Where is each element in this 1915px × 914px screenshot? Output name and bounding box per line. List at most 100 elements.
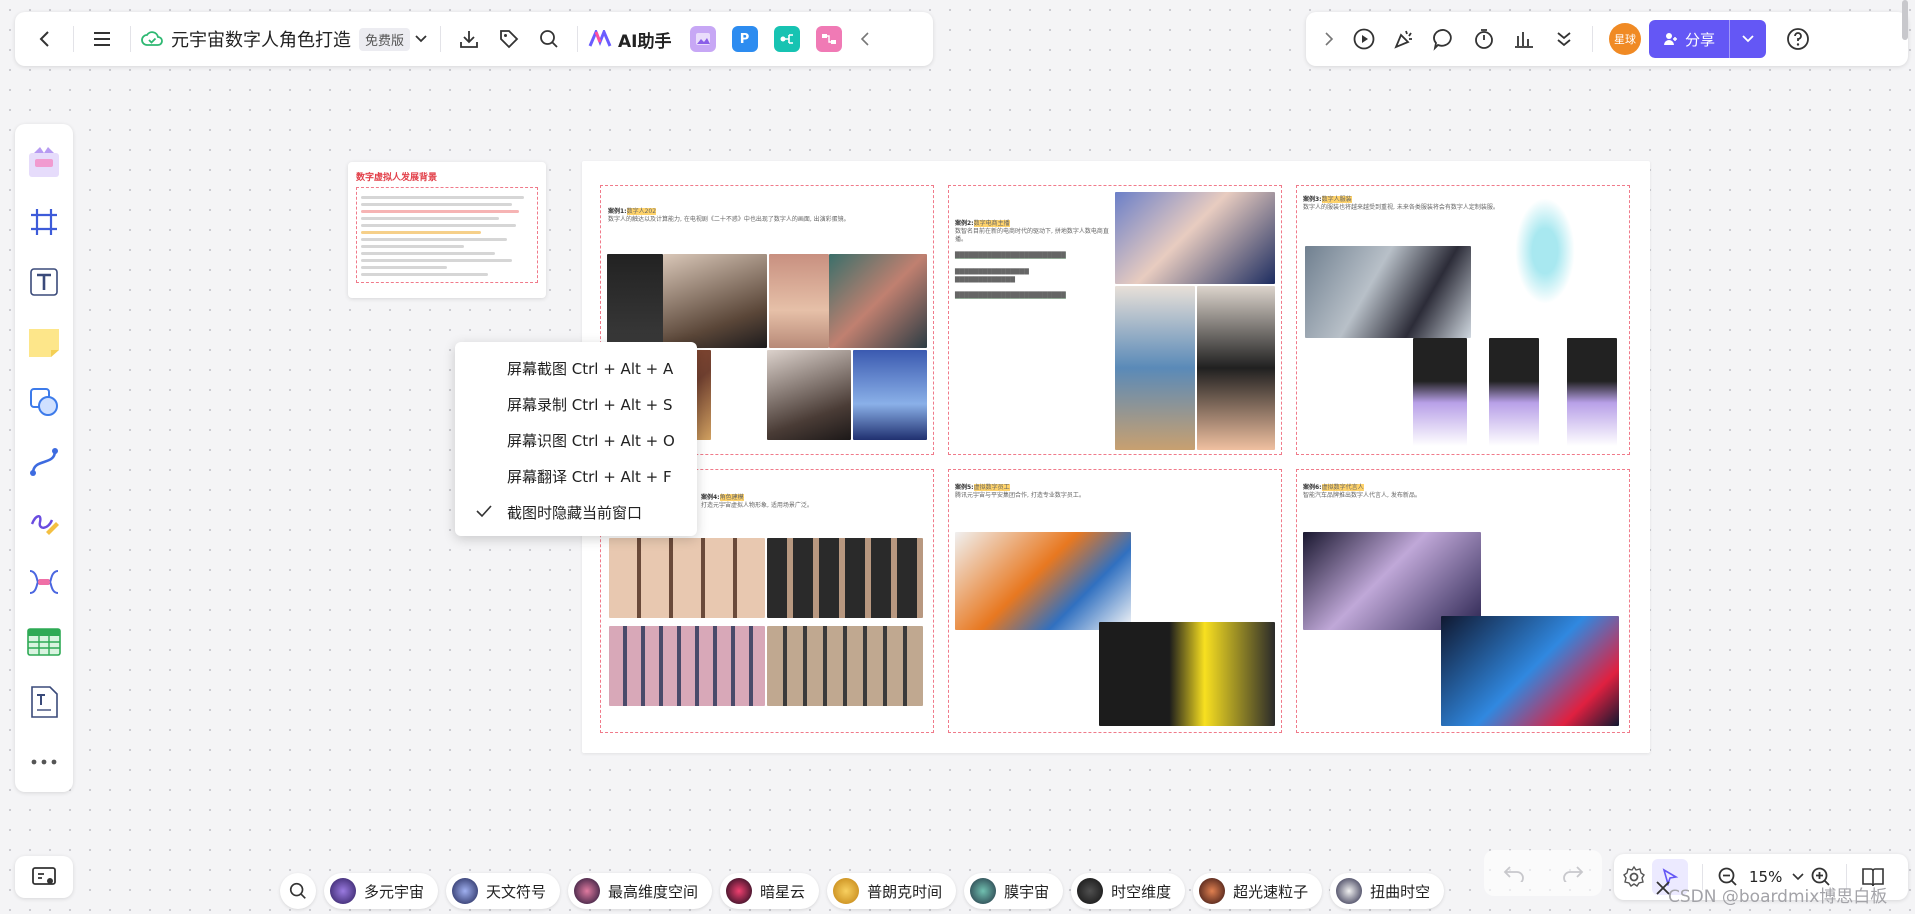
menu-icon[interactable] [82,19,122,59]
minimap-icon [32,867,56,885]
ppt-app-icon[interactable]: P [731,26,758,52]
frame-icon[interactable] [22,200,66,244]
image[interactable] [1115,192,1275,284]
chip-multiverse[interactable]: 多元宇宙 [324,873,439,909]
ai-assistant-label[interactable]: AI助手 [618,27,671,52]
redo-icon[interactable] [1562,864,1584,882]
chip-dark-nebula[interactable]: 暗星云 [720,873,820,909]
back-icon[interactable] [25,19,65,59]
image[interactable] [1567,338,1617,446]
templates-icon[interactable] [22,140,66,184]
connector-icon[interactable] [22,440,66,484]
chip-highest-dimension[interactable]: 最高维度空间 [568,873,713,909]
top-right-toolbar: 星球 分享 [1306,12,1908,66]
image[interactable] [853,350,927,440]
flowchart-app-icon[interactable] [815,26,842,52]
user-add-icon [1664,33,1677,45]
case-card-2[interactable]: 案例2:数字电商主播 数智名目前在新的电商时代的驱动下, 拼地数字人数电商直播。… [948,185,1282,455]
chevron-down-icon[interactable] [1792,873,1804,881]
image[interactable] [1197,286,1275,450]
image[interactable] [769,254,829,348]
menu-item-screen-translate[interactable]: 屏幕翻译 Ctrl + Alt + F [455,458,697,494]
image[interactable] [1441,616,1619,726]
chip-label: 时空维度 [1111,882,1172,901]
collapse-left-icon[interactable] [850,19,880,59]
menu-item-label: 屏幕识图 Ctrl + Alt + O [507,431,675,450]
image[interactable] [1515,198,1575,304]
expand-right-icon[interactable] [1314,19,1344,59]
case-card-5[interactable]: 案例5:虚拟数字员工 腾讯元宇宙与平安集团合作, 打造专业数字员工。 [948,469,1282,733]
image[interactable] [767,626,923,706]
scrollbar[interactable] [1902,0,1908,40]
menu-item-label: 屏幕截图 Ctrl + Alt + A [507,359,674,378]
case-card-text: 案例2:数字电商主播 数智名目前在新的电商时代的驱动下, 拼地数字人数电商直播。… [955,220,1109,299]
settings-icon[interactable] [1622,865,1646,889]
more-tools-down-icon[interactable] [1544,19,1584,59]
menu-item-screen-ocr[interactable]: 屏幕识图 Ctrl + Alt + O [455,422,697,458]
menu-item-hide-window[interactable]: 截图时隐藏当前窗口 [455,494,697,530]
chip-thumbnail [1199,878,1226,904]
chip-label: 扭曲时空 [1370,882,1431,901]
search-icon[interactable] [529,19,569,59]
more-icon[interactable] [22,740,66,784]
share-main[interactable]: 分享 [1649,20,1731,58]
background-card[interactable]: 数字虚拟人发展背景 [348,162,546,298]
ai-logo-icon[interactable] [586,19,614,59]
chip-brane-universe[interactable]: 膜宇宙 [964,873,1064,909]
share-button[interactable]: 分享 [1649,20,1767,58]
watermark: CSDN @boardmix博思白板 [1668,887,1888,907]
text-doc-icon[interactable] [22,680,66,724]
chip-tachyon[interactable]: 超光速粒子 [1193,873,1323,909]
image[interactable] [1413,338,1467,446]
bottom-search-button[interactable] [280,873,316,909]
table-icon[interactable] [22,620,66,664]
image-ai-icon[interactable] [689,26,716,52]
menu-item-screenshot[interactable]: 屏幕截图 Ctrl + Alt + A [455,350,697,386]
minimap-button[interactable] [15,856,73,898]
image[interactable] [1305,246,1471,338]
card-body-lines [356,187,538,283]
sticky-note-icon[interactable] [22,320,66,364]
image[interactable] [1489,338,1539,446]
tag-icon[interactable] [489,19,529,59]
mindmap-icon[interactable] [22,560,66,604]
image[interactable] [829,254,927,348]
timer-icon[interactable] [1464,19,1504,59]
image[interactable] [607,254,663,348]
case-card-6[interactable]: 案例6:虚拟数字代言人 智能汽车品牌推出数字人代言人, 发布新品。 [1296,469,1630,733]
avatar[interactable]: 星球 [1609,23,1641,55]
pen-icon[interactable] [22,500,66,544]
slide-board[interactable]: 案例1:数字人202 数字人的触达以及计算能力, 在电视剧《二十不惑》中也出现了… [582,161,1650,753]
chip-thumbnail [1077,878,1104,904]
text-icon[interactable] [22,260,66,304]
image[interactable] [1099,622,1275,726]
help-icon[interactable] [1778,19,1818,59]
image[interactable] [609,538,765,618]
chip-label: 暗星云 [760,882,806,901]
celebrate-icon[interactable] [1384,19,1424,59]
case-card-text: 案例1:数字人202 数字人的触达以及计算能力, 在电视剧《二十不惑》中也出现了… [608,208,850,223]
share-dropdown[interactable] [1730,20,1766,58]
download-icon[interactable] [449,19,489,59]
undo-icon[interactable] [1503,864,1525,882]
document-title[interactable]: 元宇宙数字人角色打造 [171,26,351,52]
image[interactable] [663,254,767,348]
chip-planck-time[interactable]: 普朗克时间 [827,873,957,909]
menu-item-screen-record[interactable]: 屏幕录制 Ctrl + Alt + S [455,386,697,422]
image[interactable] [1115,286,1195,450]
chip-astro-symbol[interactable]: 天文符号 [446,873,561,909]
present-play-icon[interactable] [1344,19,1384,59]
mindmap-app-icon[interactable] [773,26,800,52]
chip-warped-spacetime[interactable]: 扭曲时空 [1330,873,1445,909]
image[interactable] [609,626,765,706]
vote-icon[interactable] [1504,19,1544,59]
menu-item-label: 屏幕翻译 Ctrl + Alt + F [507,467,672,486]
image[interactable] [955,532,1131,630]
image[interactable] [767,350,851,440]
shape-icon[interactable] [22,380,66,424]
chevron-down-icon[interactable] [410,19,432,59]
comment-icon[interactable] [1424,19,1464,59]
image[interactable] [767,538,923,618]
case-card-3[interactable]: 案例3:数字人服装 数字人的服装也将越来越受到重视, 未来各类服装将会有数字人定… [1296,185,1630,455]
chip-spacetime-dimension[interactable]: 时空维度 [1071,873,1186,909]
